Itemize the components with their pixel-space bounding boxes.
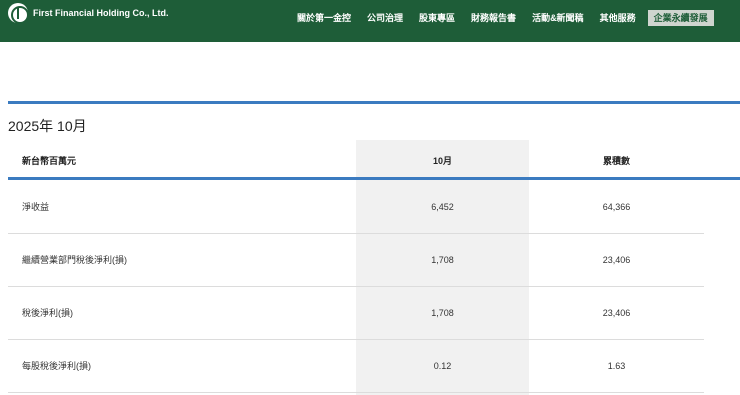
row-month-value: 1,708 bbox=[431, 308, 454, 318]
row-label: 每股稅後淨利(損) bbox=[22, 361, 91, 371]
row-cumulative-value: 23,406 bbox=[602, 308, 631, 318]
circle-emblem-icon bbox=[8, 3, 29, 24]
nav-item-financial-reports[interactable]: 財務報告書 bbox=[471, 10, 516, 26]
column-header-cumulative: 累積數 bbox=[602, 156, 630, 166]
section-top-divider bbox=[8, 101, 740, 104]
column-header-month: 10月 bbox=[432, 156, 452, 166]
row-cumulative-value: 1.63 bbox=[607, 361, 626, 371]
row-label: 繼續營業部門稅後淨利(損) bbox=[22, 255, 127, 265]
row-month-value: 6,452 bbox=[431, 202, 454, 212]
row-month-value: 0.12 bbox=[433, 361, 452, 371]
row-cumulative-value: 23,406 bbox=[602, 255, 631, 265]
brand-logo[interactable]: First Financial Holding Co., Ltd. bbox=[8, 3, 169, 24]
row-month-value: 1,708 bbox=[431, 255, 454, 265]
row-cumulative-value: 64,366 bbox=[602, 202, 631, 212]
row-label: 稅後淨利(損) bbox=[22, 308, 73, 318]
table-header-divider bbox=[8, 177, 740, 180]
nav-item-governance[interactable]: 公司治理 bbox=[367, 10, 403, 26]
main-nav: 關於第一金控 公司治理 股東專區 財務報告書 活動&新聞稿 其他服務 企業永續發… bbox=[297, 10, 714, 26]
nav-item-shareholders[interactable]: 股東專區 bbox=[419, 10, 455, 26]
nav-item-news[interactable]: 活動&新聞稿 bbox=[532, 10, 584, 26]
site-header: First Financial Holding Co., Ltd. 關於第一金控… bbox=[0, 0, 740, 42]
row-label: 淨收益 bbox=[22, 202, 50, 212]
column-header-unit: 新台幣百萬元 bbox=[22, 156, 77, 166]
table-row: 稅後淨利(損) 1,708 23,406 bbox=[8, 287, 704, 340]
brand-name: First Financial Holding Co., Ltd. bbox=[33, 8, 169, 18]
nav-item-sustainability[interactable]: 企業永續發展 bbox=[647, 10, 714, 26]
nav-item-about[interactable]: 關於第一金控 bbox=[297, 10, 351, 26]
report-period-title: 2025年 10月 bbox=[8, 118, 87, 134]
nav-item-other-services[interactable]: 其他服務 bbox=[600, 10, 636, 26]
table-row: 繼續營業部門稅後淨利(損) 1,708 23,406 bbox=[8, 234, 704, 287]
table-row: 每股稅後淨利(損) 0.12 1.63 bbox=[8, 340, 704, 393]
table-row: 淨收益 6,452 64,366 bbox=[8, 181, 704, 234]
